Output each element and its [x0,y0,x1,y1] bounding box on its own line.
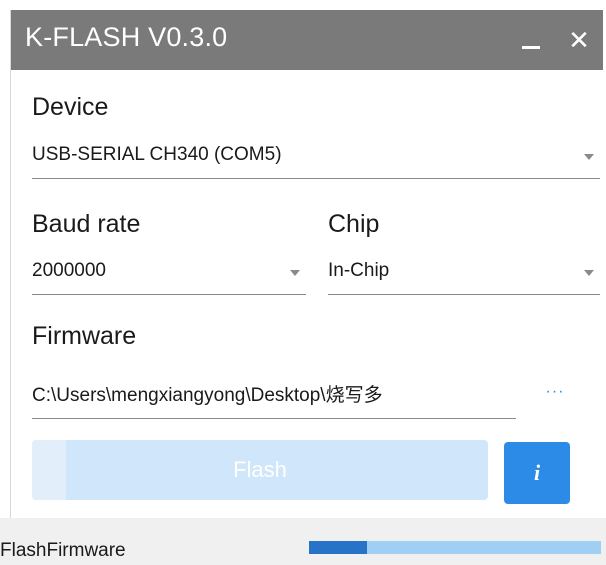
chevron-down-icon [584,154,594,160]
info-icon: i [533,460,541,485]
firmware-label: Firmware [32,322,137,350]
progress-fill [309,541,368,554]
flash-button-label: Flash [233,457,287,482]
info-button[interactable]: i [504,442,570,504]
minimize-button[interactable] [511,20,551,60]
browse-button[interactable]: ··· [538,378,572,406]
chip-value: In-Chip [328,260,390,281]
chip-select[interactable]: In-Chip [328,254,600,295]
chip-label: Chip [328,210,380,238]
app-title: K-FLASH V0.3.0 [25,22,228,52]
progress-bar [309,541,601,554]
firmware-path-value: C:\Users\mengxiangyong\Desktop\烧写多 [32,385,383,406]
baud-rate-value: 2000000 [32,260,106,281]
device-label: Device [32,93,109,121]
close-button[interactable]: ✕ [559,20,599,60]
more-icon: ··· [545,383,565,400]
chevron-down-icon [584,270,594,276]
minimize-icon [522,45,540,49]
close-icon: ✕ [568,24,590,55]
baud-rate-label: Baud rate [32,210,141,238]
chevron-down-icon [290,270,300,276]
device-value: USB-SERIAL CH340 (COM5) [32,144,282,165]
title-bar: K-FLASH V0.3.0 ✕ [11,10,603,70]
firmware-path-input[interactable]: C:\Users\mengxiangyong\Desktop\烧写多 [32,368,516,419]
status-text: FlashFirmware [0,540,126,561]
flash-button[interactable]: Flash [32,440,488,500]
baud-rate-select[interactable]: 2000000 [32,254,306,295]
device-select[interactable]: USB-SERIAL CH340 (COM5) [32,138,600,179]
